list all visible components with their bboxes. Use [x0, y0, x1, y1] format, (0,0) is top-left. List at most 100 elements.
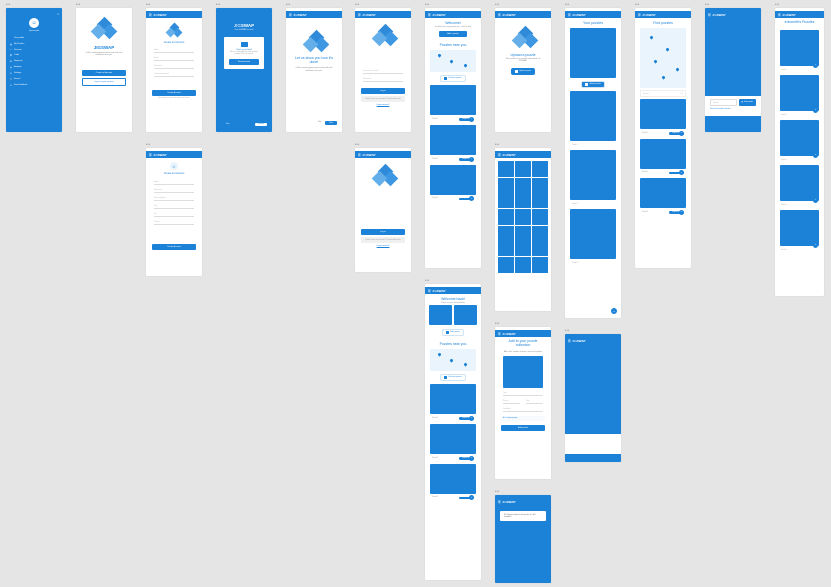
grid-cell[interactable]: [498, 257, 514, 273]
address-field[interactable]: Street address: [154, 197, 194, 201]
menu-icon[interactable]: ☰: [289, 13, 293, 17]
menu-icon[interactable]: ☰: [778, 13, 782, 17]
menu-icon[interactable]: ☰: [568, 339, 572, 343]
next-button[interactable]: Next: [325, 121, 337, 125]
upload-preview[interactable]: [503, 356, 543, 388]
owner-avatar[interactable]: ☺: [469, 117, 474, 122]
find-more-chip[interactable]: Find more puzzles: [440, 75, 465, 82]
menu-icon[interactable]: ☰: [428, 289, 432, 293]
login-no-account[interactable]: Don't have an account? Create Account: [361, 237, 405, 243]
grid-cell[interactable]: [515, 161, 531, 177]
forgot-link[interactable]: Forgot password?: [355, 245, 411, 248]
grid-cell[interactable]: [532, 161, 548, 177]
grid-cell[interactable]: [498, 226, 514, 256]
puzzle-card[interactable]: [640, 178, 686, 208]
skip-link[interactable]: Skip: [226, 123, 230, 126]
name-field[interactable]: Name: [154, 181, 194, 185]
add-puzzle-button[interactable]: Add a puzzle: [439, 31, 467, 37]
puzzle-card[interactable]: [430, 85, 476, 115]
city-field[interactable]: City: [154, 205, 194, 209]
forgot-link[interactable]: Forgot password?: [355, 104, 411, 107]
grid-cell[interactable]: [515, 257, 531, 273]
grid-cell[interactable]: [515, 178, 531, 208]
menu-icon[interactable]: ☰: [568, 13, 572, 17]
create-account-button[interactable]: Create an Account: [82, 70, 126, 76]
create-submit-button[interactable]: Create Account: [152, 244, 196, 250]
puzzle-card[interactable]: [780, 75, 819, 111]
owner-avatar[interactable]: ☺: [813, 198, 818, 203]
owner-avatar[interactable]: ☺: [469, 157, 474, 162]
login-submit[interactable]: Log in: [361, 88, 405, 94]
upload-button[interactable]: Upload a puzzle: [511, 68, 534, 75]
puzzle-card[interactable]: [570, 209, 616, 259]
grid-cell[interactable]: [454, 305, 477, 325]
owner-avatar[interactable]: ☺: [679, 210, 684, 215]
login-button[interactable]: Log in to your account: [82, 78, 126, 86]
grid-cell[interactable]: [532, 226, 548, 256]
puzzle-card[interactable]: [430, 165, 476, 195]
login-pw-field[interactable]: Password: [363, 78, 403, 82]
puzzle-card[interactable]: [640, 99, 686, 129]
puzzle-card[interactable]: [780, 210, 819, 246]
menu-icon[interactable]: ☰: [498, 332, 502, 336]
grid-cell[interactable]: [532, 257, 548, 273]
sidebar-item-feedback[interactable]: ✉Send feedback: [6, 82, 62, 88]
find-button[interactable]: ▦Find puzzles: [739, 99, 756, 106]
puzzle-card[interactable]: [430, 125, 476, 155]
search-input[interactable]: Search: [640, 90, 686, 97]
name-field[interactable]: Name: [154, 49, 194, 53]
owner-avatar[interactable]: ☺: [679, 131, 684, 136]
menu-icon[interactable]: ☰: [428, 13, 432, 17]
grid-cell[interactable]: [498, 209, 514, 225]
puzzle-card[interactable]: [570, 28, 616, 78]
username-field[interactable]: Username: [154, 189, 194, 193]
skip-link[interactable]: Skip: [318, 121, 322, 125]
continue-button[interactable]: Continue: [255, 123, 267, 126]
puzzle-card[interactable]: [430, 384, 476, 414]
owner-avatar[interactable]: ☺: [813, 63, 818, 68]
owner-avatar[interactable]: ☺: [813, 153, 818, 158]
menu-icon[interactable]: ☰: [149, 13, 153, 17]
grid-cell[interactable]: [532, 178, 548, 208]
resend-button[interactable]: Resend email: [229, 59, 259, 65]
condition-field[interactable]: Condition: [503, 408, 543, 412]
add-puzzle-button[interactable]: Add puzzle: [501, 425, 545, 431]
grid-cell[interactable]: [515, 226, 531, 256]
map[interactable]: [430, 349, 476, 371]
puzzle-card[interactable]: [640, 139, 686, 169]
grid-cell[interactable]: [429, 305, 452, 325]
menu-icon[interactable]: ☰: [708, 13, 712, 17]
grid-cell[interactable]: [498, 161, 514, 177]
puzzle-card[interactable]: [430, 464, 476, 494]
menu-icon[interactable]: ☰: [498, 500, 502, 504]
grid-cell[interactable]: [532, 209, 548, 225]
puzzle-card[interactable]: [780, 165, 819, 201]
menu-icon[interactable]: ☰: [638, 13, 642, 17]
menu-icon[interactable]: ☰: [498, 13, 502, 17]
avatar-placeholder[interactable]: ☺: [170, 162, 178, 170]
grid-cell[interactable]: [515, 209, 531, 225]
find-more-chip[interactable]: Find more puzzles: [440, 374, 465, 381]
email-field[interactable]: Email: [154, 57, 194, 61]
map[interactable]: [640, 28, 686, 88]
menu-icon[interactable]: ☰: [358, 13, 362, 17]
close-icon[interactable]: ×: [6, 11, 62, 17]
add-puzzle-chip[interactable]: Add a puzzle: [442, 329, 463, 336]
search-input[interactable]: Search: [710, 99, 737, 106]
puzzle-card[interactable]: [570, 91, 616, 141]
fab-add[interactable]: +: [611, 308, 617, 314]
puzzle-card[interactable]: [780, 120, 819, 156]
grid-cell[interactable]: [498, 178, 514, 208]
size-field[interactable]: Size: [526, 400, 543, 404]
owner-avatar[interactable]: ☺: [469, 416, 474, 421]
login-no-account[interactable]: Don't have an account? Create Account: [361, 96, 405, 102]
puzzle-card[interactable]: [430, 424, 476, 454]
pieces-field[interactable]: Pieces: [503, 400, 520, 404]
puzzle-card[interactable]: [570, 150, 616, 200]
puzzle-card[interactable]: [780, 30, 819, 66]
upload-chip[interactable]: Upload a puzzle: [581, 81, 604, 88]
menu-icon[interactable]: ☰: [358, 153, 362, 157]
zip-field[interactable]: Zip: [154, 213, 194, 217]
avatar[interactable]: ☺: [29, 18, 39, 28]
map[interactable]: [430, 50, 476, 72]
